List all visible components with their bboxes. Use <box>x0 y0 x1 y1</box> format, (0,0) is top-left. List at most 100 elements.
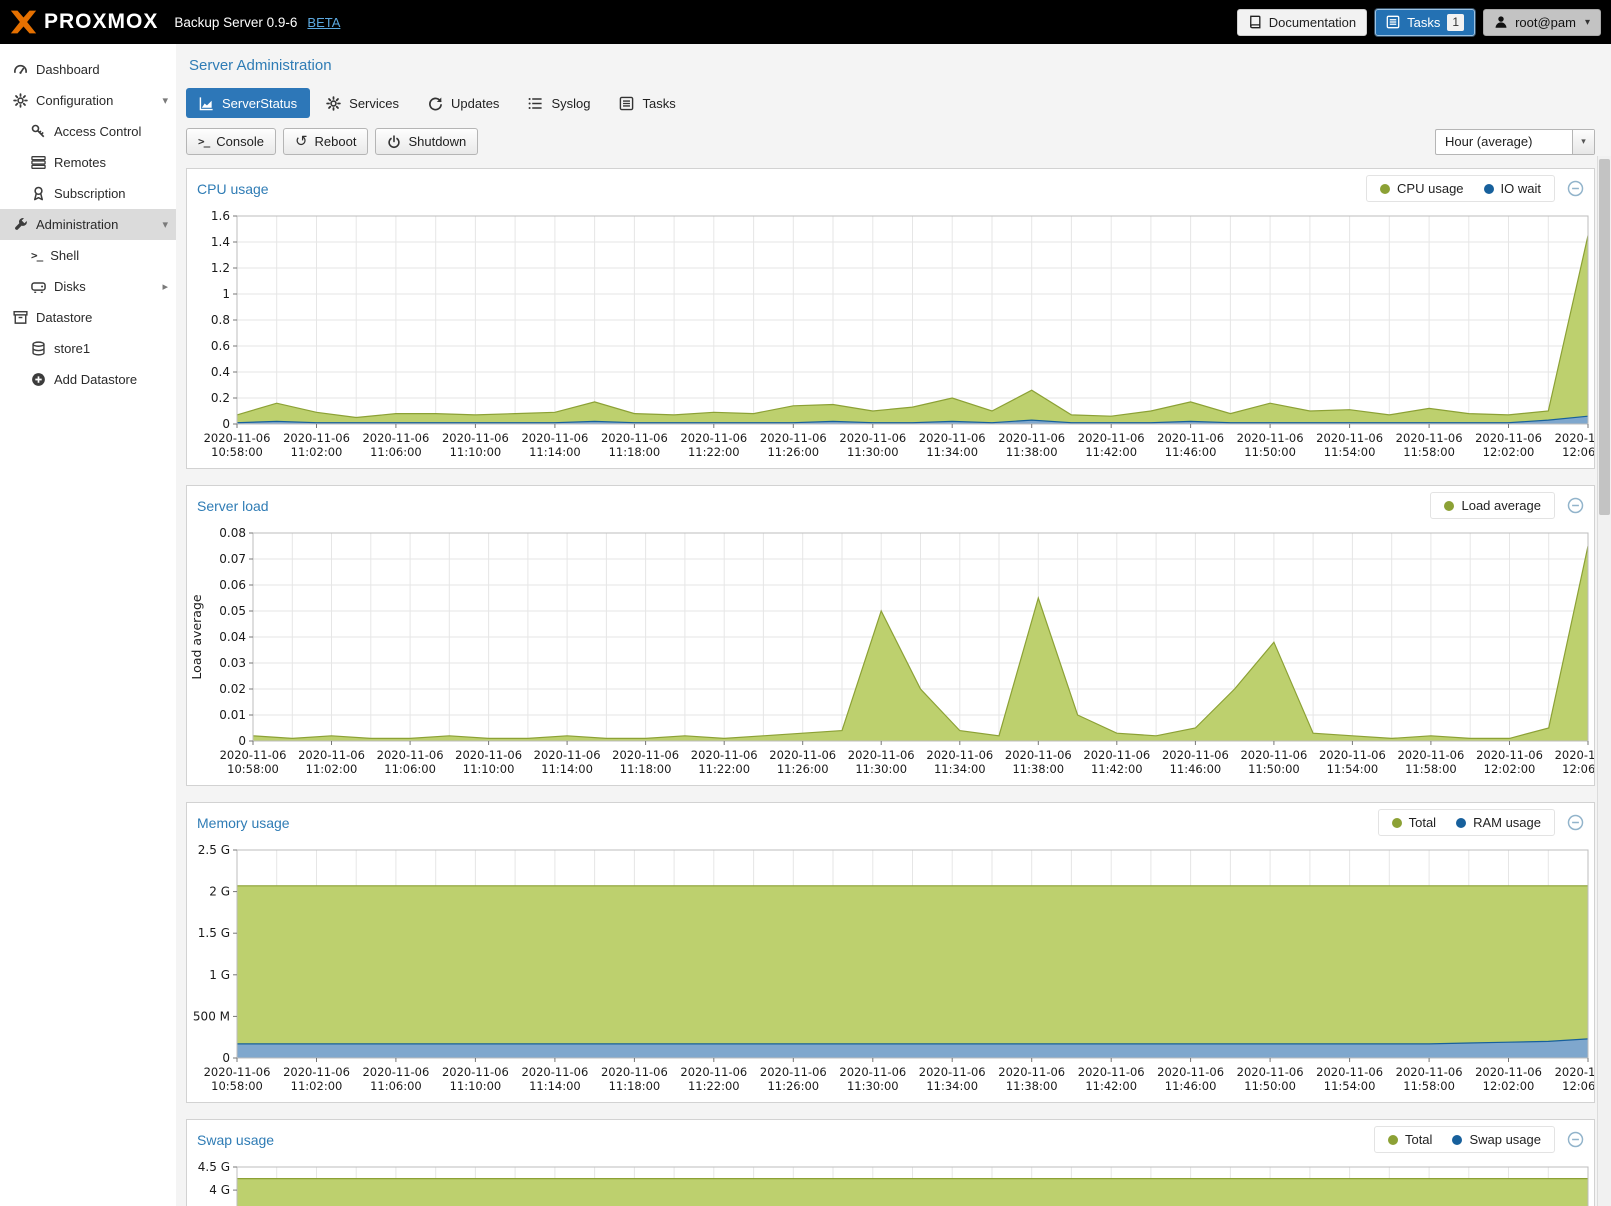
svg-text:0.07: 0.07 <box>219 552 246 566</box>
timeframe-value: Hour (average) <box>1436 134 1572 149</box>
svg-text:11:50:00: 11:50:00 <box>1244 445 1296 459</box>
tasks-icon <box>1386 15 1400 29</box>
svg-text:11:58:00: 11:58:00 <box>1405 762 1457 776</box>
svg-text:2020-11-06: 2020-11-06 <box>1157 431 1224 445</box>
svg-text:Load average: Load average <box>189 594 204 679</box>
svg-text:2020-11-06: 2020-11-06 <box>601 431 668 445</box>
sidebar-item-store1[interactable]: store1 <box>0 333 176 364</box>
svg-text:0.06: 0.06 <box>219 578 246 592</box>
svg-text:11:54:00: 11:54:00 <box>1327 762 1379 776</box>
sidebar-item-disks[interactable]: Disks ▸ <box>0 271 176 302</box>
reboot-button[interactable]: ↺ Reboot <box>283 128 369 155</box>
legend-item[interactable]: RAM usage <box>1456 815 1541 830</box>
minus-circle-icon <box>1567 180 1584 197</box>
legend-item[interactable]: Total <box>1392 815 1436 830</box>
svg-text:0: 0 <box>238 734 246 748</box>
svg-text:11:38:00: 11:38:00 <box>1012 762 1064 776</box>
legend-item[interactable]: Total <box>1388 1132 1432 1147</box>
chart-title: CPU usage <box>197 181 269 197</box>
vertical-scrollbar[interactable] <box>1597 156 1611 1206</box>
swap-usage-chart: 0500 M1 G1.5 G2 G2.5 G3 G3.5 G4 G4.5 G20… <box>187 1159 1594 1206</box>
svg-text:2020-11-06: 2020-11-06 <box>204 431 271 445</box>
sidebar-item-dashboard[interactable]: Dashboard <box>0 54 176 85</box>
collapse-button[interactable] <box>1567 180 1584 197</box>
legend-item[interactable]: Load average <box>1444 498 1541 513</box>
sidebar-item-add-datastore[interactable]: Add Datastore <box>0 364 176 395</box>
sidebar-item-remotes[interactable]: Remotes <box>0 147 176 178</box>
minus-circle-icon <box>1567 814 1584 831</box>
svg-text:11:18:00: 11:18:00 <box>609 1079 661 1093</box>
sidebar-item-subscription[interactable]: Subscription <box>0 178 176 209</box>
svg-text:2020-11-06: 2020-11-06 <box>760 1065 827 1079</box>
shutdown-button[interactable]: Shutdown <box>375 128 478 155</box>
svg-text:2020-11-06: 2020-11-06 <box>1475 431 1542 445</box>
list-icon <box>528 96 543 111</box>
svg-text:11:14:00: 11:14:00 <box>529 1079 581 1093</box>
svg-text:11:14:00: 11:14:00 <box>541 762 593 776</box>
beta-link[interactable]: BETA <box>307 15 340 30</box>
svg-text:12:06:00: 12:06:00 <box>1562 445 1594 459</box>
svg-text:2020-11-06: 2020-11-06 <box>1555 748 1594 762</box>
svg-text:0.03: 0.03 <box>219 656 246 670</box>
tab-tasks[interactable]: Tasks <box>606 88 688 118</box>
svg-text:11:02:00: 11:02:00 <box>291 1079 343 1093</box>
documentation-button[interactable]: Documentation <box>1237 9 1367 36</box>
svg-text:2020-11-06: 2020-11-06 <box>1157 1065 1224 1079</box>
legend-dot <box>1388 1135 1398 1145</box>
legend-dot <box>1380 184 1390 194</box>
svg-text:2020-11-06: 2020-11-06 <box>1396 1065 1463 1079</box>
refresh-icon <box>428 96 443 111</box>
caret-down-icon: ▾ <box>162 94 168 107</box>
database-icon <box>31 341 46 356</box>
svg-text:12:02:00: 12:02:00 <box>1483 445 1535 459</box>
svg-text:10:58:00: 10:58:00 <box>227 762 279 776</box>
collapse-button[interactable] <box>1567 1131 1584 1148</box>
hdd-icon <box>31 279 46 294</box>
svg-text:11:42:00: 11:42:00 <box>1085 1079 1137 1093</box>
legend-dot <box>1456 818 1466 828</box>
scrollbar-thumb[interactable] <box>1599 159 1610 515</box>
sidebar-item-datastore[interactable]: Datastore <box>0 302 176 333</box>
svg-text:1.6: 1.6 <box>211 209 230 223</box>
console-button[interactable]: >_ Console <box>186 128 276 155</box>
svg-text:0.05: 0.05 <box>219 604 246 618</box>
collapse-button[interactable] <box>1567 497 1584 514</box>
tab-services[interactable]: Services <box>313 88 412 118</box>
tasks-button[interactable]: Tasks 1 <box>1375 9 1475 36</box>
minus-circle-icon <box>1567 1131 1584 1148</box>
svg-text:11:34:00: 11:34:00 <box>926 445 978 459</box>
svg-text:2020-11-06: 2020-11-06 <box>998 431 1065 445</box>
svg-text:11:58:00: 11:58:00 <box>1403 1079 1455 1093</box>
collapse-button[interactable] <box>1567 814 1584 831</box>
svg-text:11:18:00: 11:18:00 <box>609 445 661 459</box>
legend-label: CPU usage <box>1397 181 1463 196</box>
legend-item[interactable]: Swap usage <box>1452 1132 1541 1147</box>
svg-text:2020-11-06: 2020-11-06 <box>1397 748 1464 762</box>
sidebar-item-shell[interactable]: >_ Shell <box>0 240 176 271</box>
chart-title: Memory usage <box>197 815 290 831</box>
svg-text:11:46:00: 11:46:00 <box>1165 1079 1217 1093</box>
svg-text:11:22:00: 11:22:00 <box>698 762 750 776</box>
svg-text:0.04: 0.04 <box>219 630 246 644</box>
svg-text:11:02:00: 11:02:00 <box>291 445 343 459</box>
tab-updates[interactable]: Updates <box>415 88 512 118</box>
chart-legend: CPU usage IO wait <box>1366 175 1555 202</box>
tab-syslog[interactable]: Syslog <box>515 88 603 118</box>
main-content: Server Administration ServerStatus Servi… <box>176 44 1611 1206</box>
sidebar-item-access-control[interactable]: Access Control <box>0 116 176 147</box>
svg-text:4 G: 4 G <box>209 1183 230 1197</box>
sidebar-item-configuration[interactable]: Configuration ▾ <box>0 85 176 116</box>
select-trigger[interactable]: ▾ <box>1572 130 1594 154</box>
svg-text:2020-11-06: 2020-11-06 <box>362 1065 429 1079</box>
timeframe-select[interactable]: Hour (average) ▾ <box>1435 129 1595 155</box>
chart-canvas: 00.010.020.030.040.050.060.070.082020-11… <box>187 525 1594 785</box>
user-menu-button[interactable]: root@pam ▾ <box>1483 9 1601 36</box>
svg-text:2020-11-06: 2020-11-06 <box>680 431 747 445</box>
panel-swap-usage: Swap usage TotalSwap usage 0500 M1 G1.5 … <box>186 1119 1595 1206</box>
legend-item[interactable]: CPU usage <box>1380 181 1463 196</box>
svg-text:2020-11-06: 2020-11-06 <box>204 1065 271 1079</box>
tab-serverstatus[interactable]: ServerStatus <box>186 88 310 118</box>
legend-item[interactable]: IO wait <box>1484 181 1541 196</box>
sidebar-item-administration[interactable]: Administration ▾ <box>0 209 176 240</box>
svg-text:2.5 G: 2.5 G <box>198 843 230 857</box>
